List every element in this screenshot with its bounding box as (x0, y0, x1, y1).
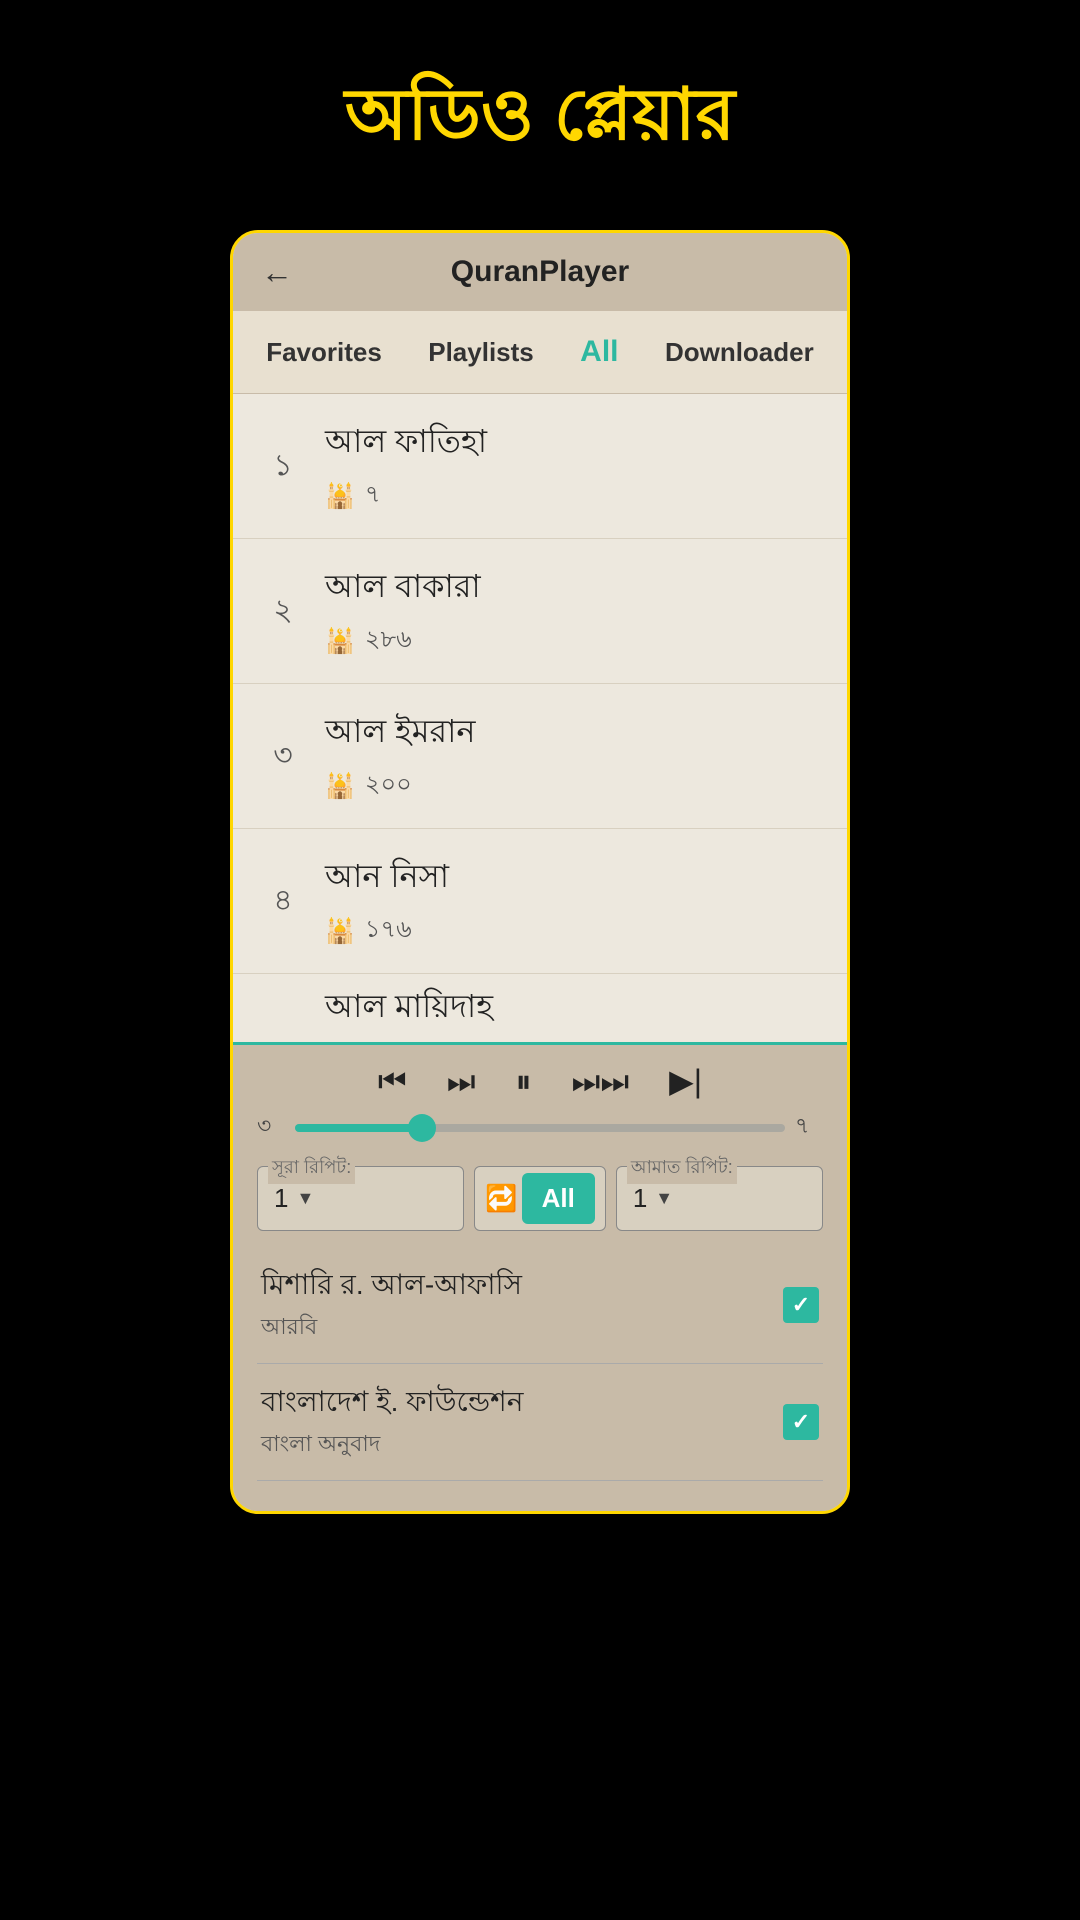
surah-verses-4: ১৭৬ (365, 911, 412, 951)
surah-info-2: আল বাকারা 🕌 ২৮৬ (325, 561, 481, 661)
surah-item-4[interactable]: ৪ আন নিসা 🕌 ১৭৬ (233, 829, 847, 974)
pause-button[interactable]: ⏸ (516, 1065, 532, 1097)
mosque-icon-1: 🕌 (325, 482, 355, 511)
next-track-button[interactable]: ⏭⏭ (572, 1065, 630, 1097)
reciter-checkbox-2[interactable] (783, 1404, 819, 1440)
surah-name-5: আল মায়িদাহ (325, 981, 493, 1035)
surah-number-1: ১ (261, 441, 305, 492)
surah-item-3[interactable]: ৩ আল ইমরান 🕌 ২০০ (233, 684, 847, 829)
sura-repeat-label: সূরা রিপিট: (268, 1153, 355, 1184)
tab-all[interactable]: All (570, 329, 628, 375)
ayat-repeat-box: আমাত রিপিট: 1 ▼ (616, 1166, 823, 1231)
tab-playlists[interactable]: Playlists (418, 331, 544, 374)
tab-downloader[interactable]: Downloader (655, 331, 824, 374)
surah-info-3: আল ইমরান 🕌 ২০০ (325, 706, 475, 806)
surah-verses-2: ২৮৬ (365, 621, 412, 661)
progress-end-label: ৭ (795, 1109, 823, 1146)
reciters-list: মিশারি র. আল-আফাসি আরবি বাংলাদেশ ই. ফাউন… (257, 1247, 823, 1481)
repeat-controls-wrapper: সূরা রিপিট: 1 ▼ 🔁 All আমাত রিপিট: 1 ▼ (257, 1166, 823, 1231)
reciter-lang-1: আরবি (261, 1310, 522, 1347)
repeat-icon-button[interactable]: 🔁 (485, 1183, 517, 1214)
tab-bar: Favorites Playlists All Downloader (233, 311, 847, 394)
surah-verses-3: ২০০ (365, 766, 412, 806)
progress-row: ৩ ৭ (257, 1109, 823, 1146)
mosque-icon-4: 🕌 (325, 917, 355, 946)
repeat-all-button[interactable]: All (522, 1173, 595, 1224)
prev-track-button[interactable]: ⏭ (447, 1065, 476, 1097)
progress-fill (295, 1124, 422, 1132)
surah-meta-4: 🕌 ১৭৬ (325, 911, 449, 951)
repeat-mode-box: 🔁 All (474, 1166, 606, 1231)
reciter-lang-2: বাংলা অনুবাদ (261, 1427, 523, 1464)
player-section: ⏮ ⏭ ⏸ ⏭⏭ ▶| ৩ ৭ সূরা রিপিট: 1 (233, 1042, 847, 1511)
ayat-repeat-value: 1 (633, 1183, 647, 1214)
surah-name-2: আল বাকারা (325, 561, 481, 615)
surah-meta-2: 🕌 ২৮৬ (325, 621, 481, 661)
surah-info-4: আন নিসা 🕌 ১৭৬ (325, 851, 449, 951)
reciter-name-1: মিশারি র. আল-আফাসি (261, 1263, 522, 1310)
ayat-repeat-label: আমাত রিপিট: (627, 1153, 737, 1184)
surah-name-3: আল ইমরান (325, 706, 475, 760)
surah-info-1: আল ফাতিহা 🕌 ৭ (325, 416, 487, 516)
reciter-row-1: মিশারি র. আল-আফাসি আরবি (257, 1247, 823, 1364)
ayat-repeat-arrow-icon[interactable]: ▼ (655, 1188, 673, 1209)
surah-verses-1: ৭ (365, 476, 381, 516)
surah-item-1[interactable]: ১ আল ফাতিহা 🕌 ৭ (233, 394, 847, 539)
surah-number-4: ৪ (261, 876, 305, 927)
sura-repeat-arrow-icon[interactable]: ▼ (296, 1188, 314, 1209)
reciter-info-2: বাংলাদেশ ই. ফাউন্ডেশন বাংলা অনুবাদ (261, 1380, 523, 1464)
surah-meta-3: 🕌 ২০০ (325, 766, 475, 806)
phone-frame: ← QuranPlayer Favorites Playlists All Do… (230, 230, 850, 1514)
reciter-row-2: বাংলাদেশ ই. ফাউন্ডেশন বাংলা অনুবাদ (257, 1364, 823, 1481)
sura-repeat-box: সূরা রিপিট: 1 ▼ (257, 1166, 464, 1231)
surah-item-2[interactable]: ২ আল বাকারা 🕌 ২৮৬ (233, 539, 847, 684)
progress-thumb (408, 1114, 436, 1142)
surah-number-2: ২ (261, 586, 305, 637)
skip-forward-button[interactable]: ▶| (669, 1065, 702, 1097)
app-title: অডিও প্লেয়ার (345, 60, 735, 180)
progress-start-label: ৩ (257, 1109, 285, 1146)
screen-title: QuranPlayer (451, 255, 629, 289)
surah-number-3: ৩ (261, 731, 305, 782)
surah-meta-1: 🕌 ৭ (325, 476, 487, 516)
surah-name-1: আল ফাতিহা (325, 416, 487, 470)
reciter-info-1: মিশারি র. আল-আফাসি আরবি (261, 1263, 522, 1347)
surah-item-5-partial: আল মায়িদাহ (233, 974, 847, 1042)
progress-track[interactable] (295, 1124, 785, 1132)
page-wrapper: অডিও প্লেয়ার ← QuranPlayer Favorites Pl… (0, 0, 1080, 1920)
surah-list: ১ আল ফাতিহা 🕌 ৭ ২ আল বাকারা 🕌 ২৮৬ (233, 394, 847, 1042)
top-bar: ← QuranPlayer (233, 233, 847, 311)
repeat-cycle-icon: 🔁 (485, 1183, 517, 1214)
sura-repeat-value: 1 (274, 1183, 288, 1214)
mosque-icon-2: 🕌 (325, 627, 355, 656)
tab-favorites[interactable]: Favorites (256, 331, 392, 374)
surah-name-4: আন নিসা (325, 851, 449, 905)
skip-to-start-button[interactable]: ⏮ (378, 1065, 407, 1097)
reciter-name-2: বাংলাদেশ ই. ফাউন্ডেশন (261, 1380, 523, 1427)
mosque-icon-3: 🕌 (325, 772, 355, 801)
back-button[interactable]: ← (261, 254, 293, 291)
reciter-checkbox-1[interactable] (783, 1287, 819, 1323)
player-controls: ⏮ ⏭ ⏸ ⏭⏭ ▶| (257, 1065, 823, 1097)
